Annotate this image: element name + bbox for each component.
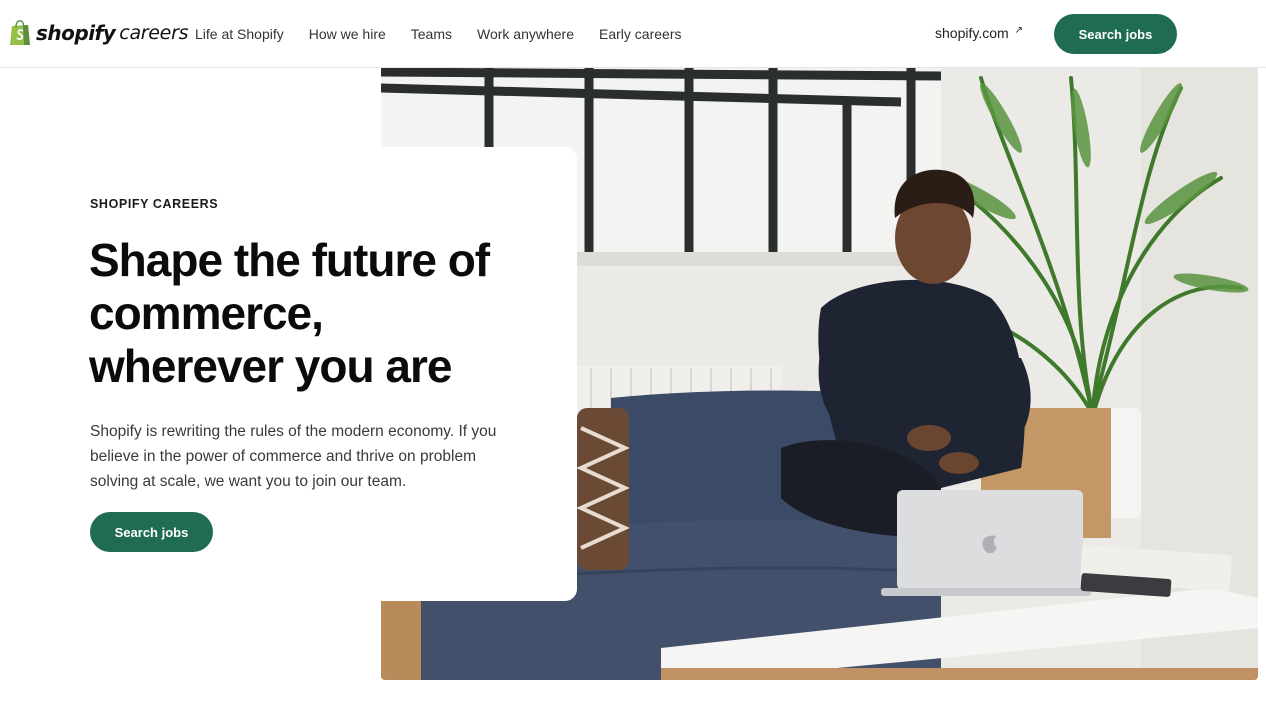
hero-headline: Shape the future of commerce, wherever y… (89, 234, 490, 392)
primary-nav: Life at Shopify How we hire Teams Work a… (195, 0, 706, 68)
nav-search-jobs-button[interactable]: Search jobs (1054, 14, 1177, 54)
shopping-bag-icon (10, 20, 30, 45)
external-arrow-icon: ↗ (1014, 24, 1024, 36)
logo-subtitle: careers (119, 22, 189, 44)
nav-link-work-anywhere[interactable]: Work anywhere (477, 26, 574, 42)
logo-wordmark: shopify (36, 21, 116, 45)
nav-link-early-careers[interactable]: Early careers (599, 26, 681, 42)
nav-link-teams[interactable]: Teams (411, 26, 452, 42)
top-nav: shopify careers Life at Shopify How we h… (0, 0, 1266, 68)
shopify-careers-logo[interactable]: shopify careers (9, 20, 188, 46)
shopify-com-label: shopify.com (935, 25, 1009, 41)
nav-link-life-at-shopify[interactable]: Life at Shopify (195, 26, 284, 42)
hero-search-jobs-button[interactable]: Search jobs (90, 512, 213, 552)
shopify-com-link[interactable]: shopify.com ↗ (935, 24, 1024, 42)
eyebrow-label: SHOPIFY CAREERS (90, 197, 219, 211)
hero-description: Shopify is rewriting the rules of the mo… (90, 423, 497, 490)
nav-link-how-we-hire[interactable]: How we hire (309, 26, 386, 42)
